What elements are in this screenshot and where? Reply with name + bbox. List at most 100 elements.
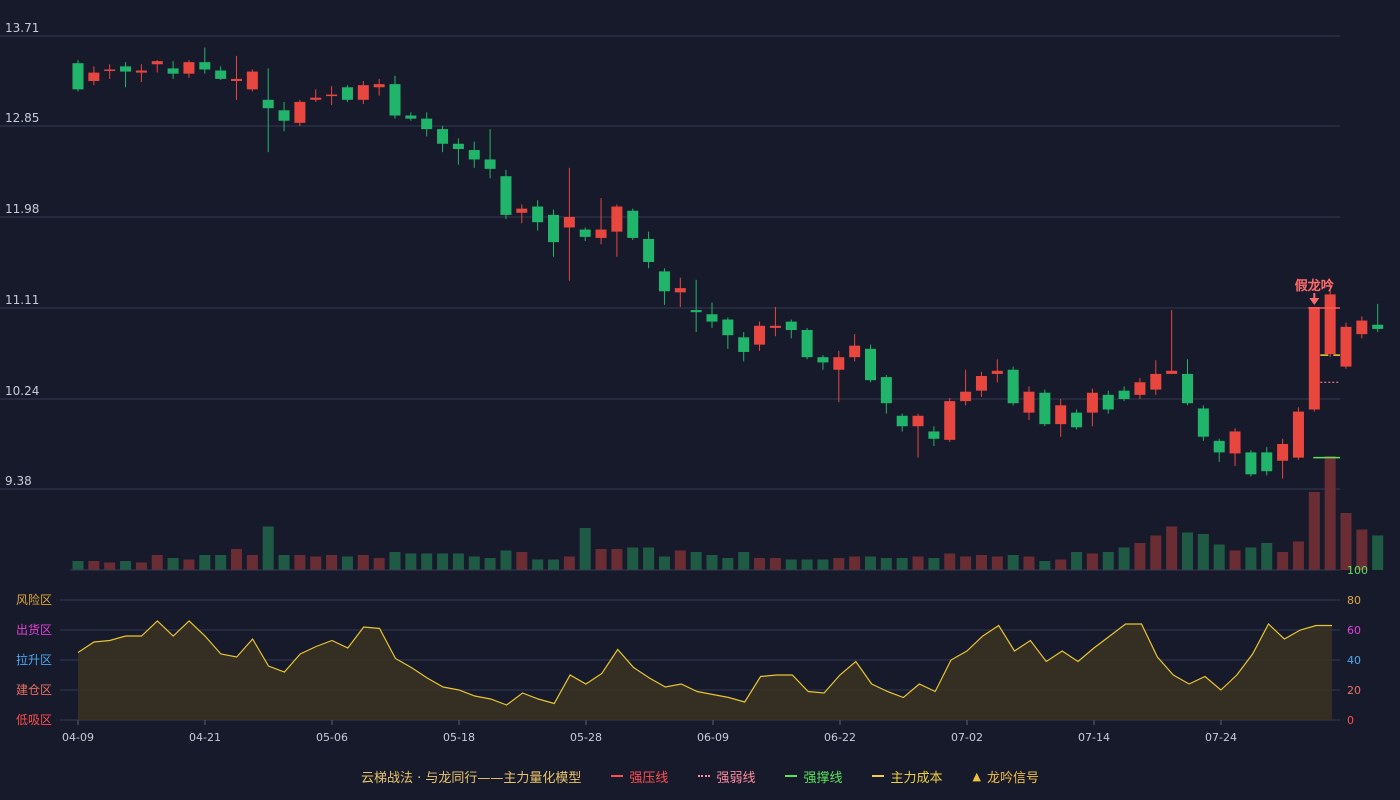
volume-bar (215, 555, 227, 570)
candle-body (722, 319, 734, 336)
volume-bar (341, 556, 353, 570)
candle-body (912, 415, 924, 427)
volume-bar (1245, 547, 1257, 570)
volume-bar (437, 553, 449, 570)
volume-bar (1134, 543, 1146, 570)
candle-body (1340, 326, 1352, 367)
legend-item: 云梯战法 · 与龙同行——主力量化模型 (361, 767, 581, 786)
candle-body (532, 206, 544, 223)
candle-body (326, 94, 338, 97)
volume-bar (1308, 492, 1320, 570)
zone-label: 出货区 (16, 622, 52, 637)
volume-bar (532, 559, 544, 570)
candle-body (72, 63, 84, 90)
candle-body (960, 391, 972, 402)
volume-bar (817, 559, 829, 570)
y-tick-label: 9.38 (5, 474, 32, 488)
volume-bar (1071, 552, 1083, 570)
zone-label: 拉升区 (16, 652, 52, 667)
candle-body (310, 97, 322, 100)
legend-line-icon (611, 775, 624, 777)
x-tick-label: 06-09 (697, 731, 729, 744)
candle-body (1229, 431, 1241, 454)
legend-item: 强弱线 (698, 767, 755, 786)
candle-body (484, 159, 496, 169)
indicator-tick-label: 60 (1347, 624, 1361, 637)
legend-line-icon (872, 775, 885, 777)
volume-bar (928, 558, 940, 570)
candle-body (690, 310, 702, 313)
volume-bar (880, 558, 892, 570)
indicator-tick-label: 0 (1347, 714, 1354, 727)
candle-body (1308, 306, 1320, 410)
volume-bar (1150, 535, 1162, 570)
candle-body (1023, 391, 1035, 413)
y-tick-label: 11.98 (5, 202, 39, 216)
candle-body (500, 176, 512, 215)
candle-body (880, 377, 892, 404)
volume-bar (88, 561, 100, 570)
volume-bar (1102, 552, 1114, 570)
volume-bar (167, 558, 179, 570)
candle-body (294, 101, 306, 123)
candle-body (1213, 440, 1225, 453)
volume-bar (278, 555, 290, 570)
signal-label: 假龙吟 (1295, 278, 1334, 294)
volume-bar (595, 549, 607, 570)
legend-line-icon (785, 775, 798, 777)
volume-bar (579, 528, 591, 570)
candle-body (1071, 412, 1083, 428)
volume-bar (643, 547, 655, 570)
volume-bar (151, 555, 163, 570)
y-tick-label: 11.11 (5, 293, 39, 307)
volume-bar (690, 552, 702, 570)
candle-body (579, 229, 591, 237)
volume-bar (658, 556, 670, 570)
candle-body (658, 271, 670, 292)
chart-legend: 云梯战法 · 与龙同行——主力量化模型 强压线 强弱线 强撑线 主力成本 ▲ 龙吟信号 (0, 766, 1400, 786)
candle-body (1324, 294, 1336, 355)
candle-body (199, 62, 211, 70)
volume-bar (246, 555, 258, 570)
volume-bar (231, 549, 242, 570)
candle-body (769, 325, 781, 328)
triangle-icon: ▲ (972, 769, 981, 783)
volume-bar (1277, 552, 1289, 570)
candle-body (643, 238, 655, 262)
volume-bar (1229, 550, 1241, 570)
candle-body (231, 78, 242, 81)
volume-bar (1324, 456, 1336, 570)
volume-bar (484, 558, 496, 570)
candle-body (468, 150, 480, 160)
volume-bar (1292, 541, 1304, 570)
x-tick-label: 07-24 (1205, 731, 1237, 744)
candle-body (151, 61, 163, 65)
candle-body (896, 415, 908, 427)
candle-body (1039, 392, 1051, 425)
x-tick-label: 05-06 (316, 731, 348, 744)
candle-body (706, 314, 718, 322)
candle-body (833, 357, 845, 370)
volume-bar (405, 553, 417, 570)
y-tick-label: 12.85 (5, 111, 39, 125)
candle-body (1356, 320, 1368, 335)
volume-bar (104, 562, 116, 570)
candle-body (865, 348, 876, 381)
indicator-tick-label: 80 (1347, 594, 1361, 607)
volume-bar (754, 558, 766, 570)
volume-bar (722, 558, 734, 570)
candle-body (341, 87, 353, 100)
zone-label: 风险区 (16, 592, 52, 607)
x-tick-label: 06-22 (824, 731, 856, 744)
volume-bar (975, 555, 987, 570)
legend-label: 主力成本 (890, 770, 943, 786)
volume-bar (1372, 535, 1384, 570)
volume-bar (849, 556, 861, 570)
candle-body (215, 70, 227, 79)
candle-body (373, 84, 385, 88)
volume-bar (611, 549, 623, 570)
candle-body (1086, 392, 1098, 413)
volume-bar (769, 558, 781, 570)
candle-body (246, 71, 258, 90)
legend-label: 强弱线 (716, 770, 756, 786)
